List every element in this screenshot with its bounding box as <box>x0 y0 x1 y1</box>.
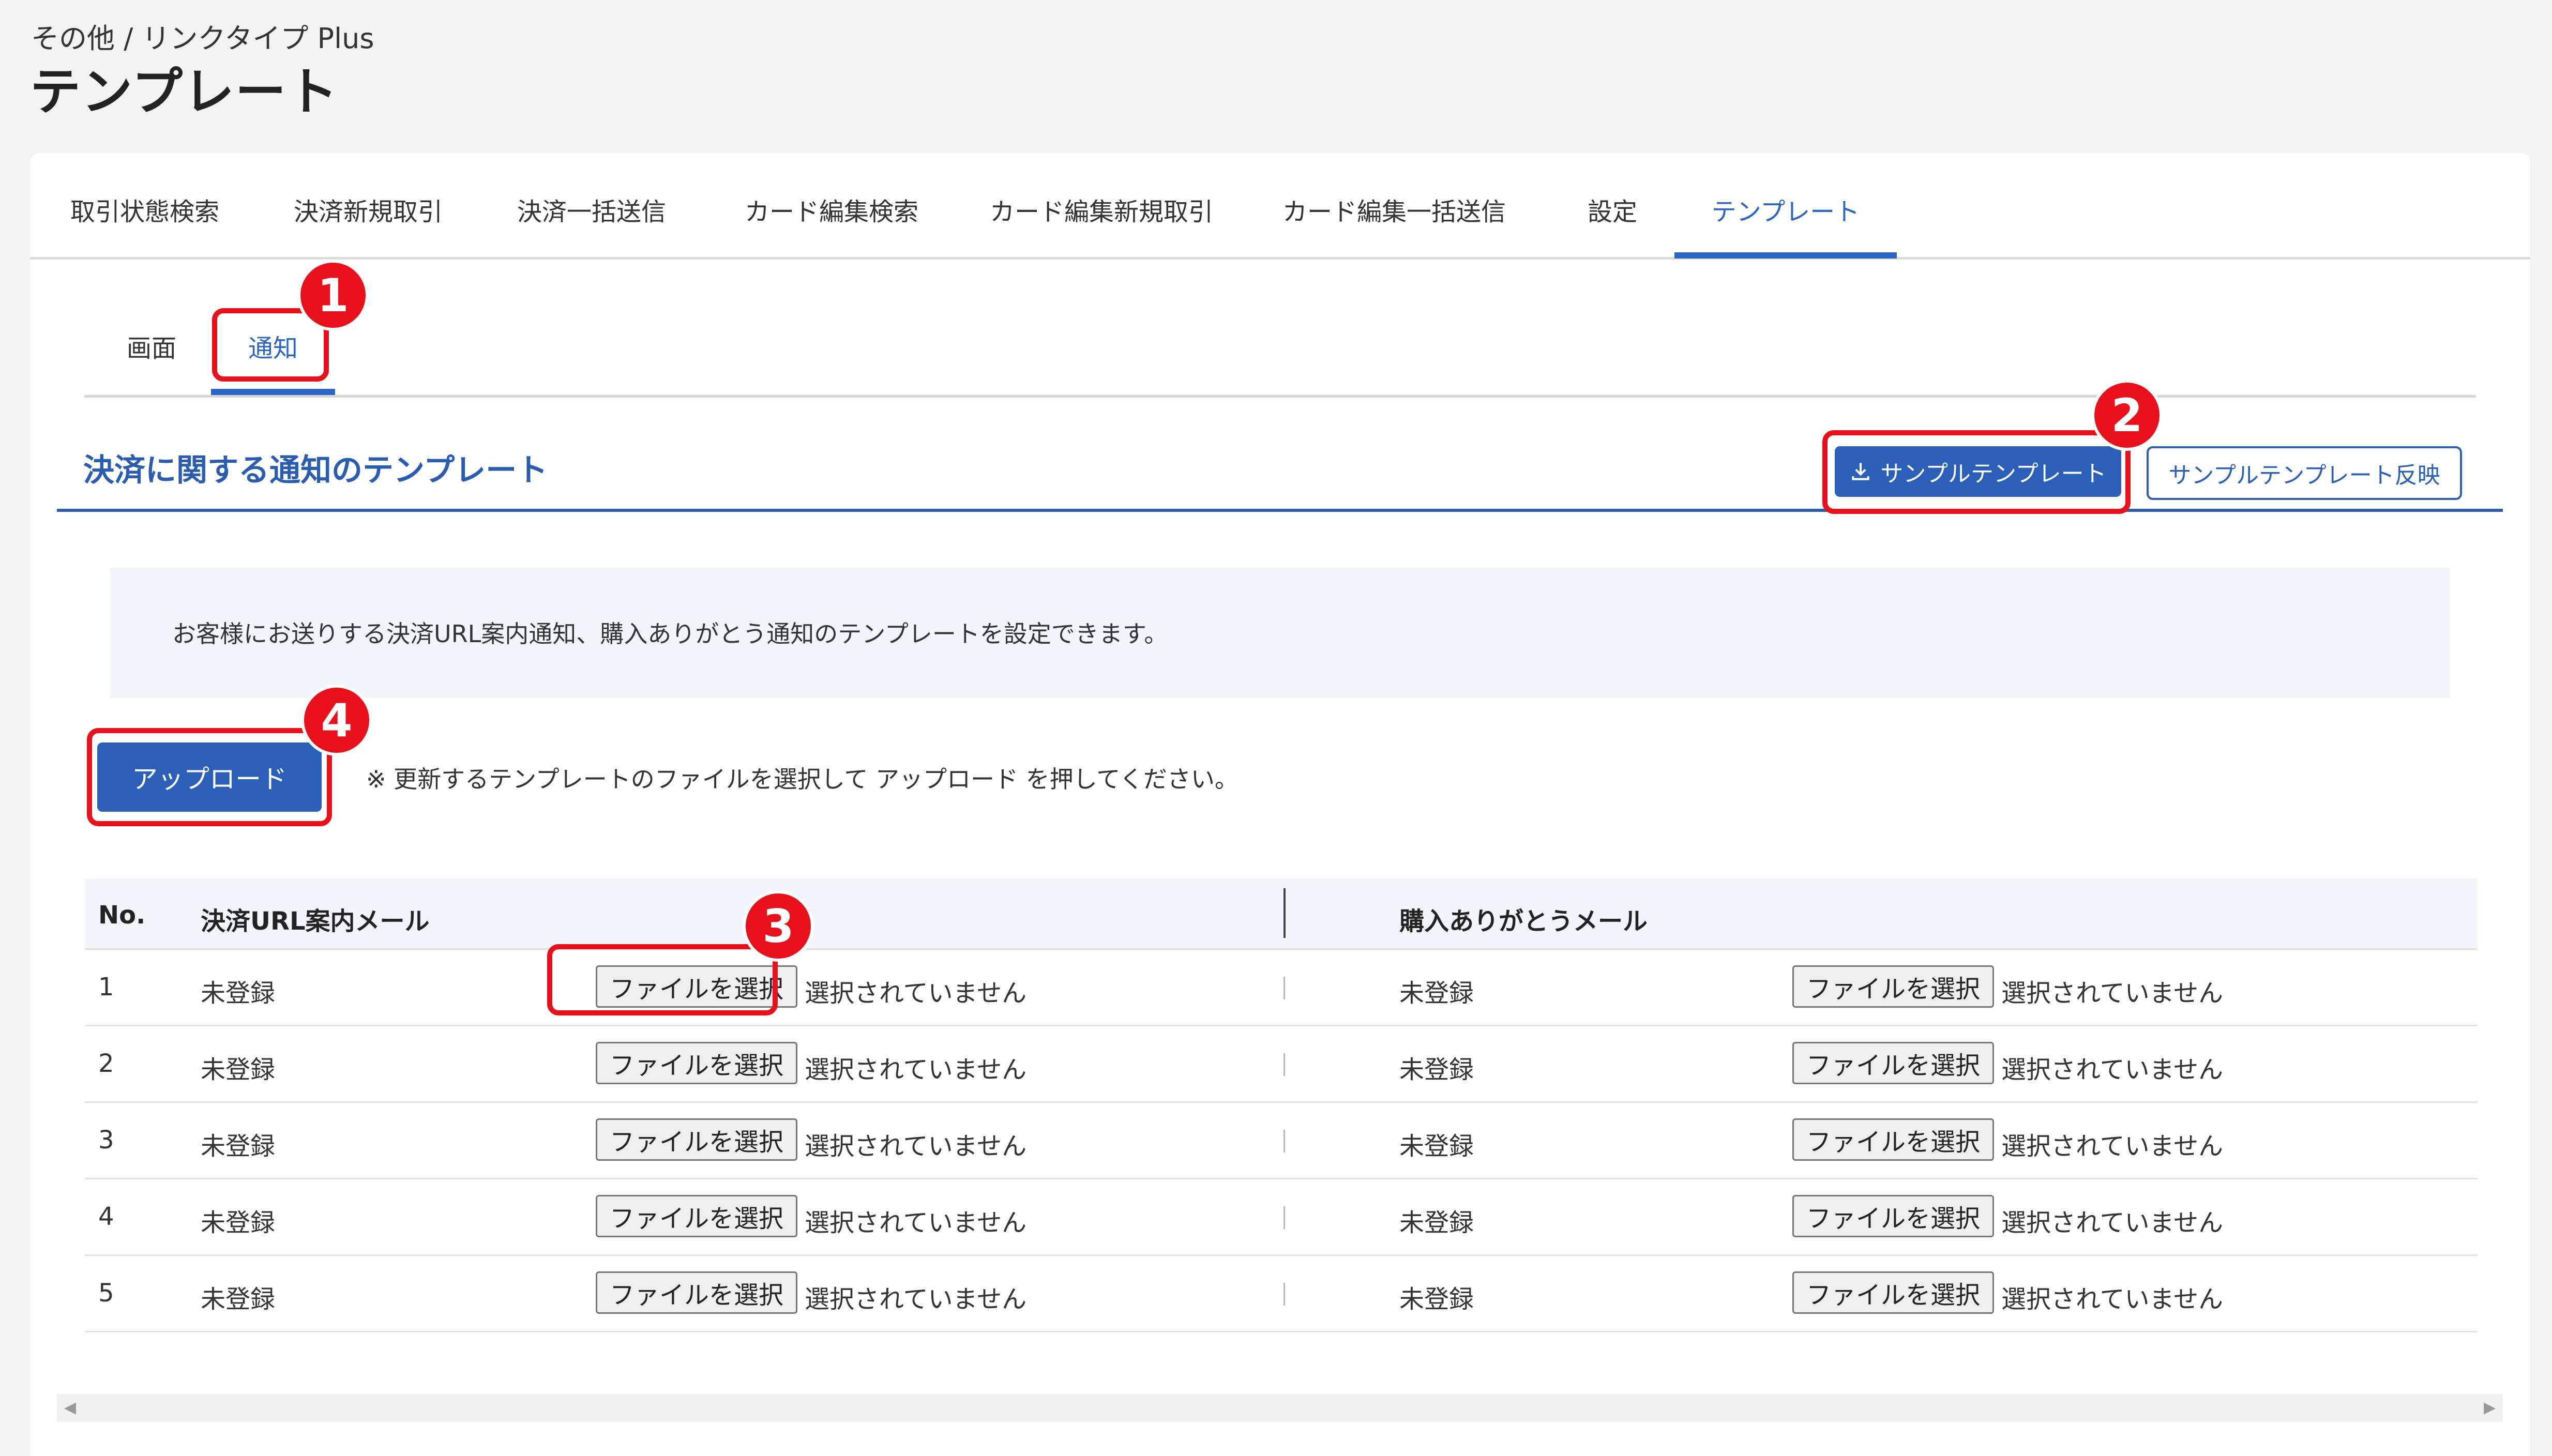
payment-url-status: 未登録 <box>201 1285 276 1314</box>
row-divider <box>1283 1130 1285 1152</box>
tab-card-bulk[interactable]: カード編集一括送信 <box>1280 191 1508 259</box>
section-underline <box>57 509 2503 512</box>
thanks-no-file: 選択されていません <box>2001 1285 2224 1314</box>
table-row: 1 未登録 ファイルを選択 選択されていません 未登録 ファイルを選択 選択され… <box>85 950 2478 1026</box>
upload-note: ※ 更新するテンプレートのファイルを選択して アップロード を押してください。 <box>366 765 1239 793</box>
payment-url-no-file: 選択されていません <box>805 1285 1027 1314</box>
thanks-no-file: 選択されていません <box>2001 1055 2224 1084</box>
thanks-file-button[interactable]: ファイルを選択 <box>1792 1042 1994 1084</box>
row-no: 3 <box>98 1126 114 1155</box>
tab-card-new[interactable]: カード編集新規取引 <box>988 191 1215 259</box>
apply-sample-template-button[interactable]: サンプルテンプレート反映 <box>2147 446 2462 500</box>
thanks-file-button[interactable]: ファイルを選択 <box>1792 1195 1994 1237</box>
row-divider <box>1283 1053 1285 1076</box>
thanks-no-file: 選択されていません <box>2001 1208 2224 1237</box>
main-tab-bar: 取引状態検索 決済新規取引 決済一括送信 カード編集検索 カード編集新規取引 カ… <box>30 153 2530 260</box>
tab-payment-bulk[interactable]: 決済一括送信 <box>514 191 669 259</box>
thanks-file-button[interactable]: ファイルを選択 <box>1792 1271 1994 1314</box>
chevron-left-icon[interactable]: ◀ <box>64 1394 76 1422</box>
payment-url-status: 未登録 <box>201 979 276 1008</box>
tab-payment-new[interactable]: 決済新規取引 <box>291 191 446 259</box>
payment-url-file-button[interactable]: ファイルを選択 <box>596 1195 797 1237</box>
payment-url-no-file: 選択されていません <box>805 979 1027 1008</box>
table-row: 3 未登録 ファイルを選択 選択されていません 未登録 ファイルを選択 選択され… <box>85 1103 2478 1179</box>
table-row: 5 未登録 ファイルを選択 選択されていません 未登録 ファイルを選択 選択され… <box>85 1256 2478 1332</box>
info-box: お客様にお送りする決済URL案内通知、購入ありがとう通知のテンプレートを設定でき… <box>110 568 2450 698</box>
payment-url-status: 未登録 <box>201 1055 276 1084</box>
thanks-status: 未登録 <box>1399 1055 1474 1084</box>
payment-url-file-button[interactable]: ファイルを選択 <box>596 1118 797 1161</box>
callout-box-4 <box>87 728 332 826</box>
callout-number-1: 1 <box>297 260 369 331</box>
subtab-screen[interactable]: 画面 <box>108 328 195 395</box>
table-header: No. 決済URL案内メール 購入ありがとうメール <box>85 879 2478 950</box>
horizontal-scrollbar[interactable]: ◀ ▶ <box>57 1394 2503 1422</box>
thanks-file-button[interactable]: ファイルを選択 <box>1792 1118 1994 1161</box>
callout-number-2: 2 <box>2091 380 2163 451</box>
callout-box-2 <box>1822 430 2131 514</box>
payment-url-file-button[interactable]: ファイルを選択 <box>596 1042 797 1084</box>
thanks-status: 未登録 <box>1399 1208 1474 1237</box>
section-title: 決済に関する通知のテンプレート <box>83 452 548 489</box>
callout-number-4: 4 <box>301 685 372 756</box>
row-no: 2 <box>98 1049 114 1078</box>
row-divider <box>1283 1206 1285 1229</box>
tab-settings[interactable]: 設定 <box>1576 191 1649 259</box>
payment-url-no-file: 選択されていません <box>805 1055 1027 1084</box>
payment-url-file-button[interactable]: ファイルを選択 <box>596 1271 797 1314</box>
header-thanks-mail: 購入ありがとうメール <box>1399 907 1648 936</box>
payment-url-no-file: 選択されていません <box>805 1208 1027 1237</box>
payment-url-status: 未登録 <box>201 1132 276 1161</box>
row-no: 4 <box>98 1202 114 1231</box>
info-text: お客様にお送りする決済URL案内通知、購入ありがとう通知のテンプレートを設定でき… <box>172 620 1168 648</box>
thanks-status: 未登録 <box>1399 979 1474 1008</box>
callout-number-3: 3 <box>743 890 814 962</box>
page-title: テンプレート <box>30 63 339 122</box>
row-no: 1 <box>98 973 114 1002</box>
row-no: 5 <box>98 1279 114 1308</box>
row-divider <box>1283 977 1285 999</box>
tab-transaction-search[interactable]: 取引状態検索 <box>67 191 222 259</box>
chevron-right-icon[interactable]: ▶ <box>2484 1394 2496 1422</box>
thanks-no-file: 選択されていません <box>2001 1132 2224 1161</box>
tab-card-search[interactable]: カード編集検索 <box>738 191 925 259</box>
thanks-status: 未登録 <box>1399 1132 1474 1161</box>
row-divider <box>1283 1283 1285 1306</box>
table-row: 2 未登録 ファイルを選択 選択されていません 未登録 ファイルを選択 選択され… <box>85 1026 2478 1103</box>
content-card: 取引状態検索 決済新規取引 決済一括送信 カード編集検索 カード編集新規取引 カ… <box>30 153 2530 1456</box>
callout-box-3 <box>547 944 778 1015</box>
payment-url-status: 未登録 <box>201 1208 276 1237</box>
header-divider <box>1283 888 1286 938</box>
thanks-no-file: 選択されていません <box>2001 979 2224 1008</box>
table-row: 4 未登録 ファイルを選択 選択されていません 未登録 ファイルを選択 選択され… <box>85 1179 2478 1256</box>
template-table: No. 決済URL案内メール 購入ありがとうメール 1 未登録 ファイルを選択 … <box>85 879 2478 1332</box>
thanks-status: 未登録 <box>1399 1285 1474 1314</box>
payment-url-no-file: 選択されていません <box>805 1132 1027 1161</box>
header-payment-url-mail: 決済URL案内メール <box>201 907 430 936</box>
header-no: No. <box>98 901 146 930</box>
tab-template[interactable]: テンプレート <box>1674 191 1897 259</box>
thanks-file-button[interactable]: ファイルを選択 <box>1792 965 1994 1008</box>
